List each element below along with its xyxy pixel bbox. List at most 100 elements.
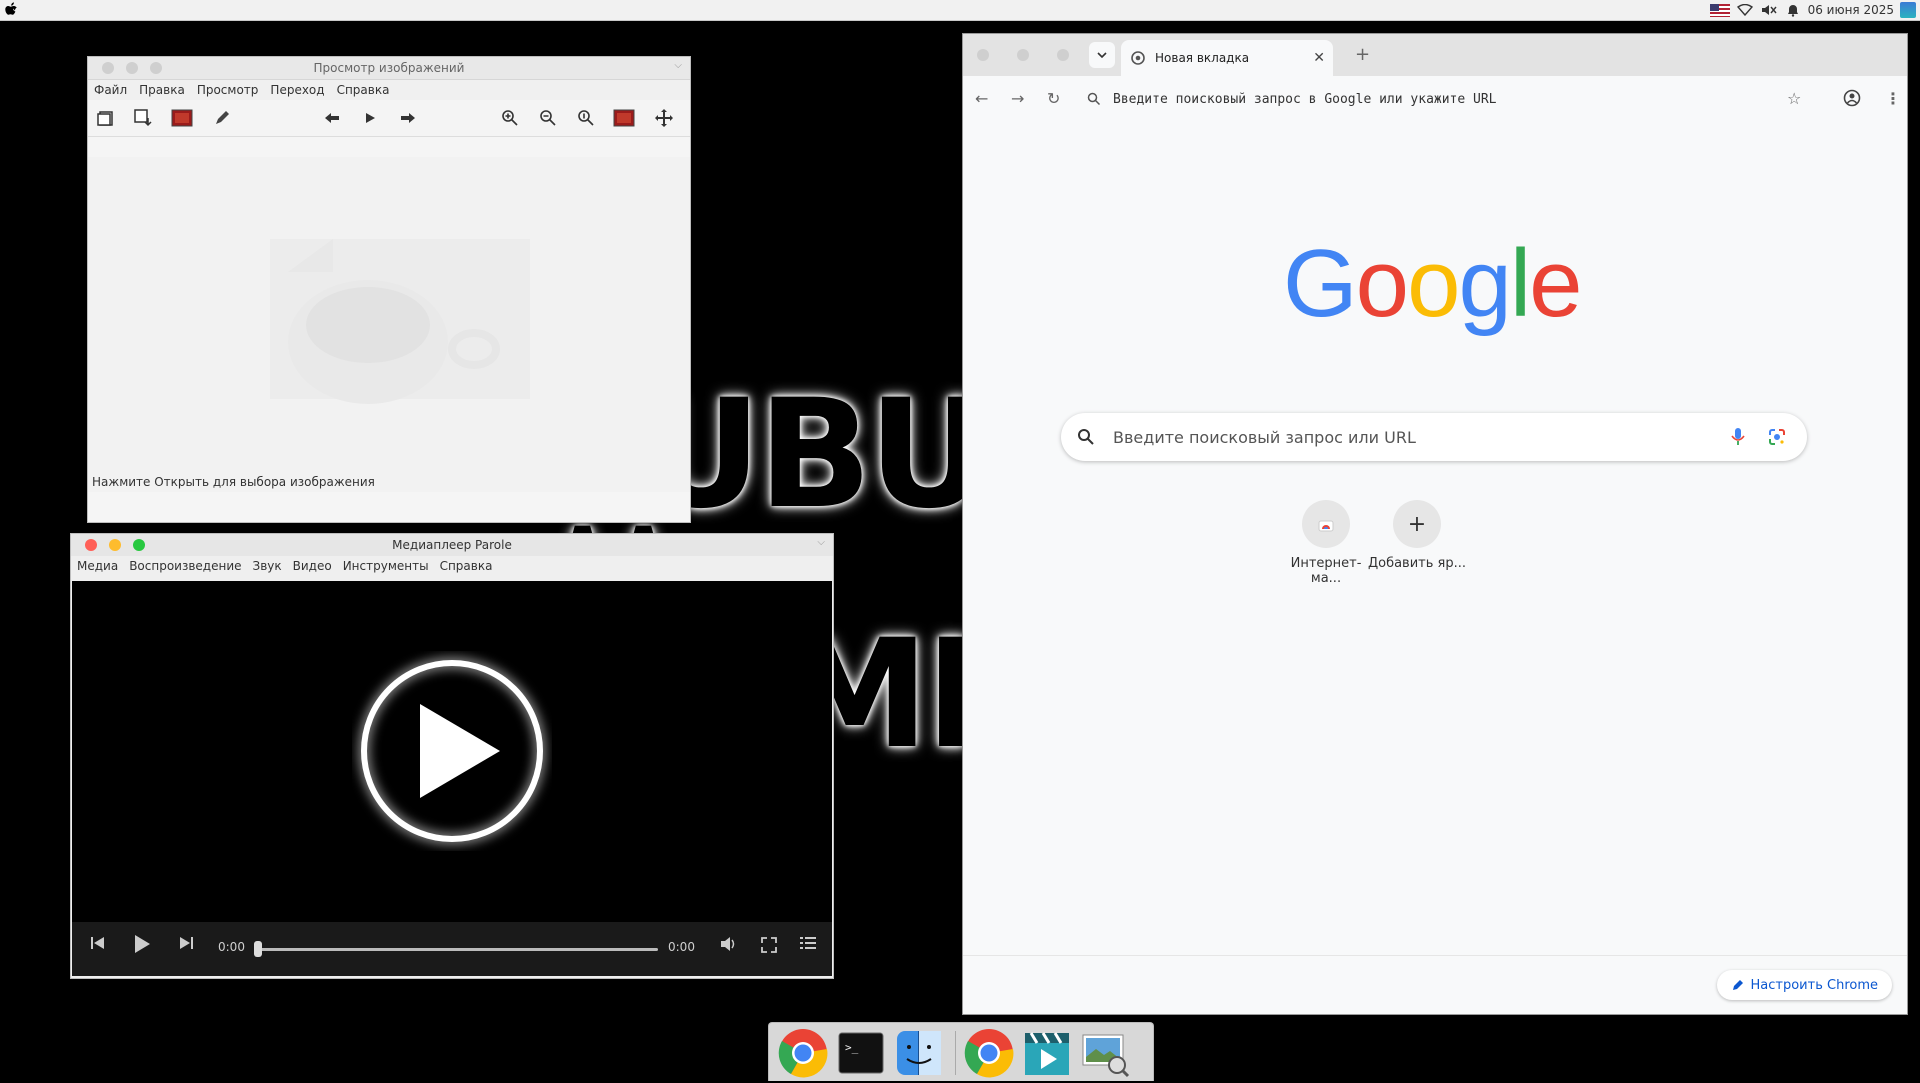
new-tab-plus-icon[interactable]: + [1355, 44, 1370, 65]
menu-media[interactable]: Медиа [77, 559, 118, 573]
volume-icon[interactable] [720, 936, 738, 956]
wifi-icon[interactable] [1736, 3, 1754, 17]
menu-tools[interactable]: Инструменты [343, 559, 429, 573]
profile-icon[interactable] [1843, 89, 1861, 111]
menu-playback[interactable]: Воспроизведение [129, 559, 241, 573]
big-play-icon[interactable] [352, 651, 552, 851]
close-button[interactable] [977, 49, 989, 61]
playlist-icon[interactable] [800, 936, 816, 954]
image-canvas[interactable]: Нажмите Открыть для выбора изображения [88, 157, 690, 492]
status-text: Нажмите Открыть для выбора изображения [92, 475, 375, 489]
next-track-icon[interactable] [178, 936, 194, 954]
finder-icon[interactable] [893, 1027, 945, 1079]
video-area[interactable] [72, 581, 832, 922]
shortcut-tile[interactable]: Интернет-ма... [1276, 500, 1376, 586]
window-title: Просмотр изображений [313, 61, 465, 75]
google-lens-icon[interactable] [1767, 427, 1787, 447]
chrome-toolbar: ← → ↻ Введите поисковый запрос в Google … [963, 76, 1907, 123]
google-logo-letter: g [1458, 230, 1511, 337]
close-button[interactable] [85, 539, 97, 551]
forward-arrow-icon[interactable]: → [1011, 89, 1024, 108]
zoom-in-icon[interactable] [498, 106, 522, 130]
maximize-button[interactable] [1057, 49, 1069, 61]
menu-go[interactable]: Переход [270, 83, 324, 97]
move-arrows-icon[interactable] [652, 106, 676, 130]
coffee-cup-placeholder-icon [270, 239, 530, 404]
terminal-icon[interactable]: >_ [835, 1027, 887, 1079]
menu-help[interactable]: Справка [440, 559, 493, 573]
google-logo-letter: G [1283, 230, 1358, 337]
chrome-icon[interactable] [963, 1027, 1015, 1079]
chevron-down-icon[interactable]: ⌵ [674, 60, 682, 71]
search-icon [1078, 429, 1094, 445]
parole-titlebar[interactable]: Медиаплеер Parole ⌵ [71, 534, 833, 556]
google-logo: Google [1283, 234, 1583, 334]
minimize-button[interactable] [109, 539, 121, 551]
microphone-icon[interactable] [1731, 427, 1745, 447]
dock-separator [955, 1031, 956, 1075]
image-viewer-icon[interactable] [1079, 1027, 1131, 1079]
google-search-box[interactable]: Введите поисковый запрос или URL [1061, 413, 1807, 461]
edit-pencil-icon[interactable] [210, 106, 234, 130]
tab-new-tab[interactable]: Новая вкладка ✕ [1121, 40, 1333, 76]
chrome-tabstrip: Новая вкладка ✕ + [963, 34, 1907, 76]
search-icon [1087, 92, 1101, 106]
reload-icon[interactable]: ↻ [1047, 89, 1060, 108]
zoom-out-icon[interactable] [536, 106, 560, 130]
parole-icon[interactable] [1021, 1027, 1073, 1079]
kebab-menu-icon[interactable]: ⋮ [1885, 89, 1901, 108]
minimize-button[interactable] [1017, 49, 1029, 61]
menu-file[interactable]: Файл [94, 83, 127, 97]
menu-video[interactable]: Видео [293, 559, 332, 573]
add-shortcut-tile[interactable]: + Добавить яр... [1367, 500, 1467, 571]
chrome-window: Новая вкладка ✕ + ← → ↻ Введите поисковы… [962, 33, 1908, 1015]
previous-track-icon[interactable] [90, 936, 106, 954]
tab-title: Новая вкладка [1155, 51, 1250, 65]
google-logo-letter: e [1529, 230, 1582, 337]
customize-chrome-button[interactable]: Настроить Chrome [1716, 970, 1892, 1000]
chrome-icon[interactable] [777, 1027, 829, 1079]
google-logo-letter: l [1509, 230, 1531, 337]
play-icon[interactable] [132, 934, 152, 958]
next-image-icon[interactable] [396, 106, 420, 130]
fullscreen-icon[interactable] [760, 936, 778, 958]
image-viewer-titlebar[interactable]: Просмотр изображений ⌵ [88, 57, 690, 80]
google-logo-letter: o [1355, 230, 1409, 337]
minimize-button[interactable] [126, 62, 138, 74]
maximize-button[interactable] [150, 62, 162, 74]
time-total: 0:00 [668, 940, 695, 954]
menu-audio[interactable]: Звук [253, 559, 282, 573]
top-menubar: 06 июня 2025 [0, 0, 1920, 21]
new-tab-page: Google Введите поисковый запрос или URL … [963, 122, 1907, 1014]
omnibox[interactable]: Введите поисковый запрос в Google или ук… [1087, 88, 1827, 110]
clock-date[interactable]: 06 июня 2025 [1808, 3, 1894, 17]
image-properties-icon[interactable] [612, 106, 636, 130]
back-arrow-icon[interactable]: ← [975, 89, 988, 108]
maximize-button[interactable] [133, 539, 145, 551]
us-flag-icon[interactable] [1709, 3, 1730, 17]
volume-muted-icon[interactable] [1760, 3, 1778, 17]
menu-help[interactable]: Справка [337, 83, 390, 97]
workspace-icon[interactable] [1900, 2, 1916, 18]
seek-handle[interactable] [254, 941, 262, 957]
close-button[interactable] [102, 62, 114, 74]
chrome-web-store-icon [1302, 500, 1350, 548]
seek-bar[interactable] [254, 948, 658, 951]
bookmark-star-icon[interactable]: ☆ [1787, 89, 1801, 108]
chevron-down-icon[interactable]: ⌵ [817, 537, 825, 548]
menu-edit[interactable]: Правка [139, 83, 185, 97]
time-current: 0:00 [218, 940, 245, 954]
menu-view[interactable]: Просмотр [197, 83, 259, 97]
pencil-icon [1732, 980, 1743, 990]
previous-image-icon[interactable] [320, 106, 344, 130]
tab-search-chevron-icon[interactable] [1089, 42, 1115, 68]
zoom-fit-icon[interactable] [574, 106, 598, 130]
close-tab-icon[interactable]: ✕ [1313, 50, 1325, 66]
open-folder-icon[interactable] [94, 106, 118, 130]
apple-menu-icon[interactable] [4, 1, 20, 19]
notification-bell-icon[interactable] [1784, 3, 1802, 17]
save-as-icon[interactable] [132, 106, 156, 130]
image-viewer-window: Просмотр изображений ⌵ Файл Правка Просм… [87, 56, 691, 523]
fullscreen-image-icon[interactable] [170, 106, 194, 130]
slideshow-play-icon[interactable] [358, 106, 382, 130]
